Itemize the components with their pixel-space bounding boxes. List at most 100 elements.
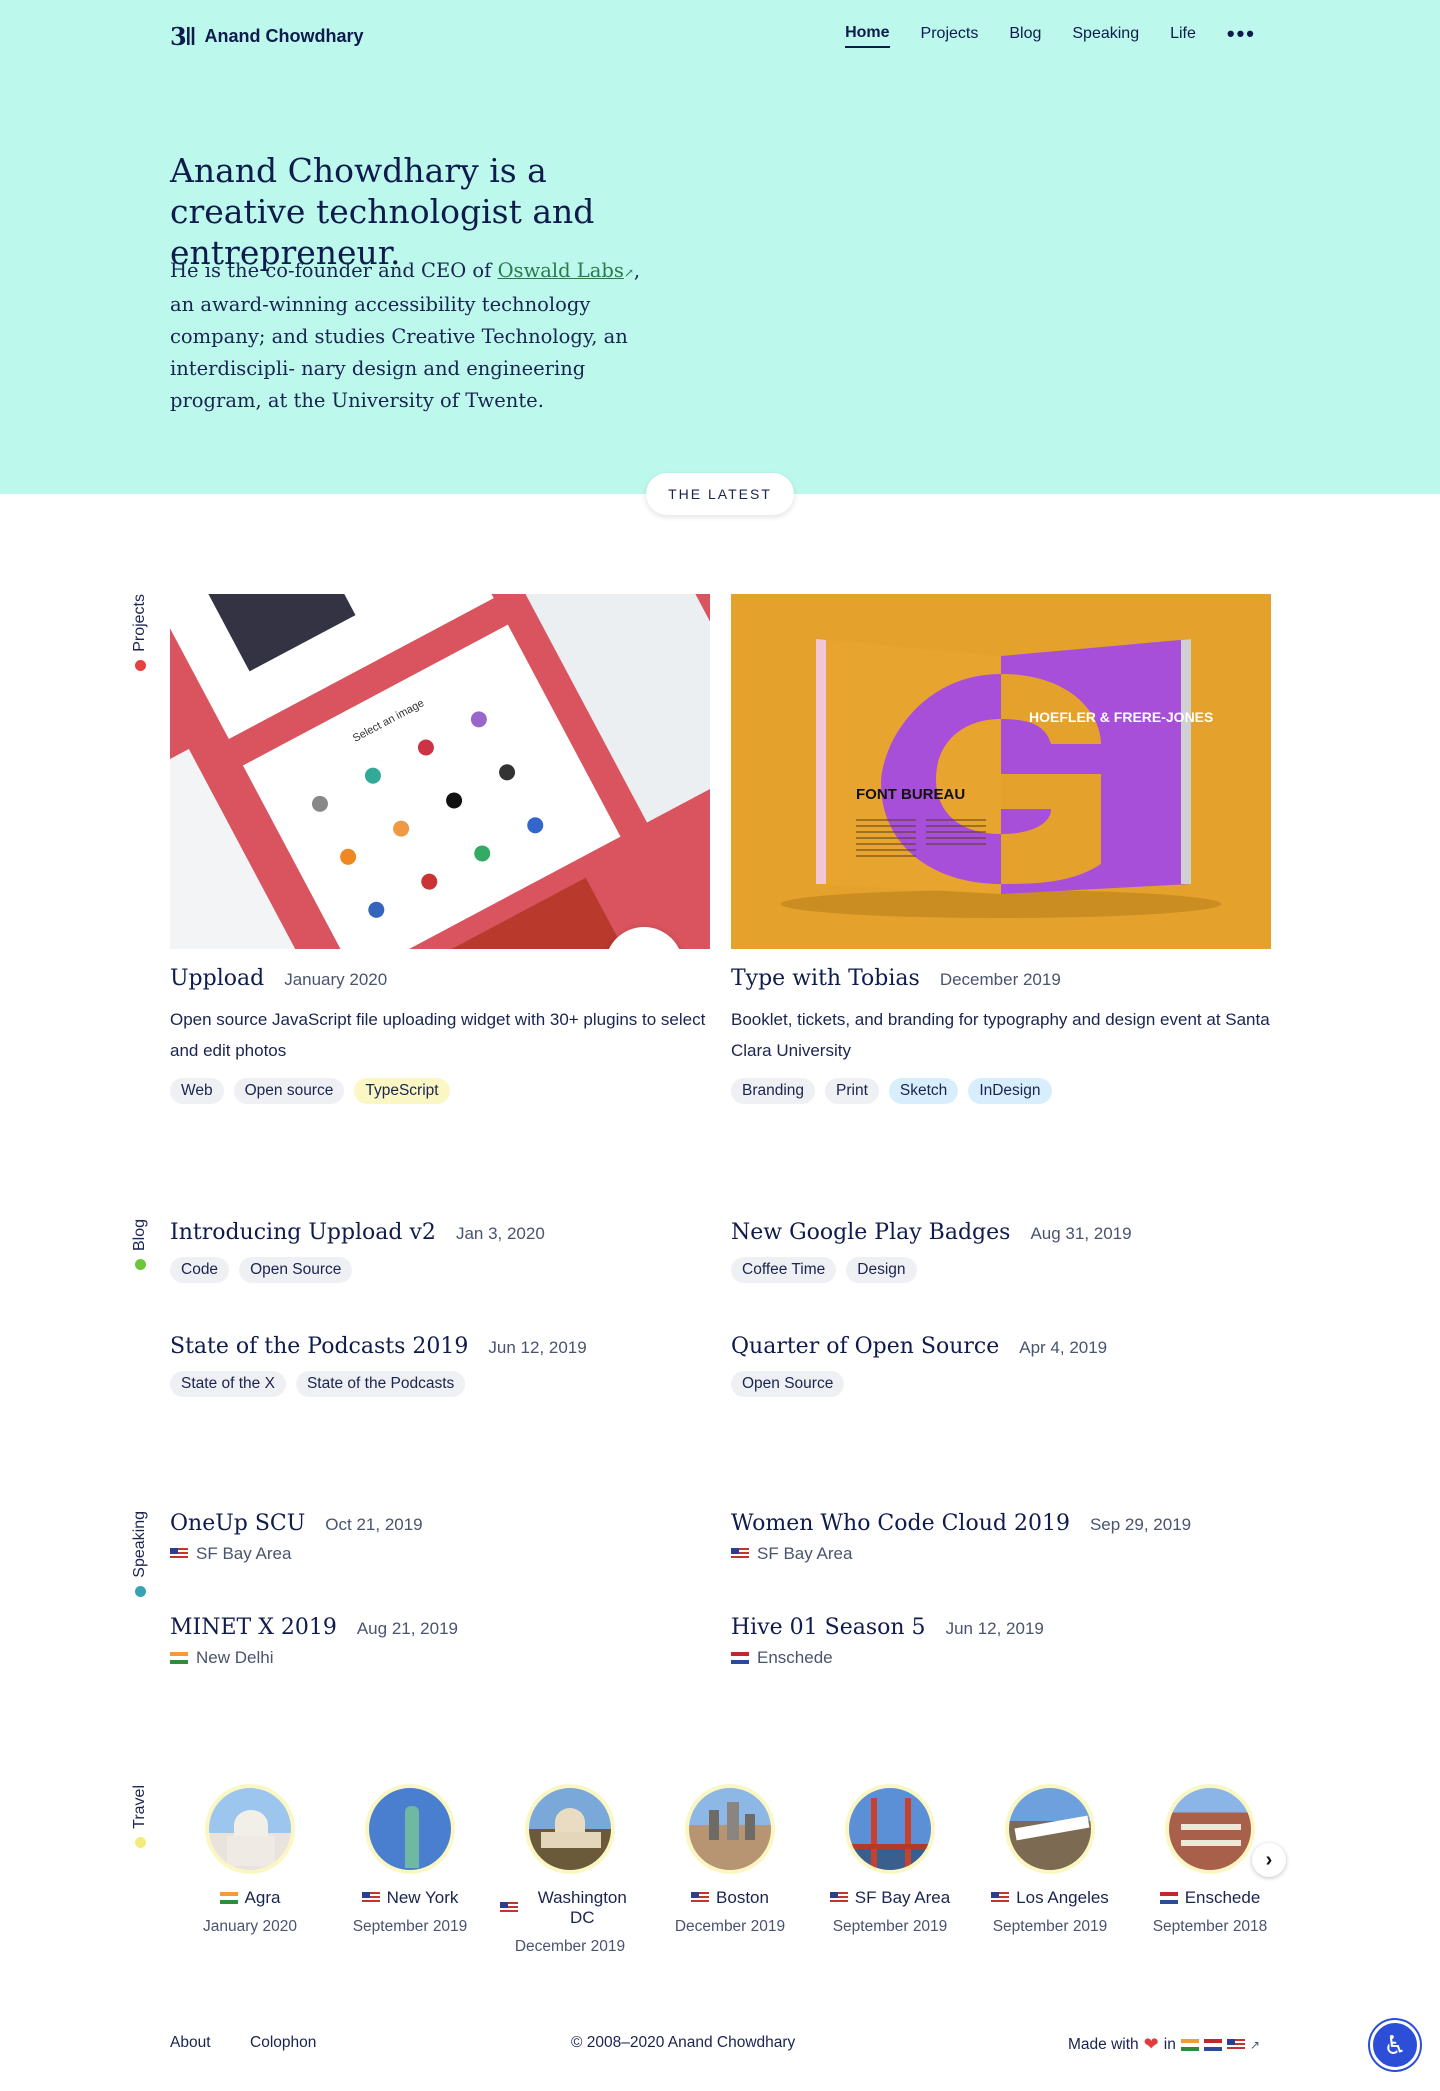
blog-title[interactable]: Introducing Uppload v2 xyxy=(170,1220,436,1245)
talk-title[interactable]: OneUp SCU xyxy=(170,1511,305,1536)
talk-location: New Delhi xyxy=(196,1648,274,1667)
india-flag-icon xyxy=(219,1892,238,1904)
los-angeles-photo[interactable] xyxy=(1005,1784,1095,1874)
blog-post[interactable]: Introducing Uppload v2 Jan 3, 2020 Code O… xyxy=(170,1220,545,1283)
tag-coffee-time[interactable]: Coffee Time xyxy=(731,1257,837,1283)
travel-date: September 2019 xyxy=(992,1918,1108,1935)
tag-open-source[interactable]: Open Source xyxy=(731,1371,845,1397)
washington-dc-photo[interactable] xyxy=(525,1784,615,1874)
travel-item-boston[interactable]: Boston December 2019 xyxy=(660,1784,800,1936)
uppload-image[interactable]: Select an image ʕ•ᴥ•ʔ xyxy=(170,594,710,949)
blog-title[interactable]: Quarter of Open Source xyxy=(731,1334,999,1359)
talk-item[interactable]: MINET X 2019 Aug 21, 2019 New Delhi xyxy=(170,1615,458,1668)
hero-text-before: He is the co-founder and CEO of xyxy=(170,259,498,282)
more-menu-icon[interactable]: ••• xyxy=(1227,23,1256,46)
talk-item[interactable]: OneUp SCU Oct 21, 2019 SF Bay Area xyxy=(170,1511,423,1564)
travel-item-los-angeles[interactable]: Los Angeles September 2019 xyxy=(980,1784,1120,1936)
tag-branding[interactable]: Branding xyxy=(731,1078,816,1104)
netherlands-flag-icon xyxy=(731,1652,749,1664)
tag-design[interactable]: Design xyxy=(846,1257,917,1283)
project-description: Open source JavaScript file uploading wi… xyxy=(170,1010,706,1060)
speaking-dot-icon xyxy=(134,1585,146,1597)
blog-date: Jun 12, 2019 xyxy=(488,1338,587,1357)
talk-location: SF Bay Area xyxy=(196,1544,292,1563)
travel-item-washington-dc[interactable]: Washington DC December 2019 xyxy=(500,1784,640,1956)
us-flag-icon xyxy=(361,1892,380,1904)
tag-open-source[interactable]: Open source xyxy=(233,1078,345,1104)
india-flag-icon xyxy=(170,1652,188,1664)
project-title[interactable]: Uppload xyxy=(170,966,264,991)
blog-post[interactable]: State of the Podcasts 2019 Jun 12, 2019 S… xyxy=(170,1334,587,1397)
talk-item[interactable]: Women Who Code Cloud 2019 Sep 29, 2019 SF… xyxy=(731,1511,1191,1564)
travel-next-arrow-icon[interactable]: › xyxy=(1252,1843,1286,1877)
new-york-photo[interactable] xyxy=(365,1784,455,1874)
blog-dot-icon xyxy=(134,1259,146,1271)
tag-state-of-the-x[interactable]: State of the X xyxy=(170,1371,286,1397)
project-card-uppload[interactable]: Select an image ʕ•ᴥ•ʔ Uppload January 20… xyxy=(170,594,710,1104)
project-title[interactable]: Type with Tobias xyxy=(731,966,920,991)
travel-label: Travel xyxy=(131,1785,148,1829)
nav-life[interactable]: Life xyxy=(1170,25,1196,47)
travel-date: December 2019 xyxy=(514,1938,626,1955)
tag-typescript[interactable]: TypeScript xyxy=(354,1078,450,1104)
site-logo[interactable]: 3ǁ Anand Chowdhary xyxy=(170,22,364,51)
footer-made-with: Made with ❤ in ↗ xyxy=(1068,2034,1260,2055)
blog-section-label: Blog xyxy=(131,1219,149,1271)
talk-title[interactable]: Hive 01 Season 5 xyxy=(731,1615,926,1640)
tag-print[interactable]: Print xyxy=(825,1078,879,1104)
blog-post[interactable]: New Google Play Badges Aug 31, 2019 Coffe… xyxy=(731,1220,1132,1283)
projects-section-label: Projects xyxy=(131,594,149,671)
project-card-type-with-tobias[interactable]: FONT BUREAU HOEFLER & FRERE-JONES Type w… xyxy=(731,594,1271,1104)
footer-about-link[interactable]: About xyxy=(170,2034,211,2052)
tag-state-of-the-podcasts[interactable]: State of the Podcasts xyxy=(295,1371,466,1397)
tag-code[interactable]: Code xyxy=(170,1257,230,1283)
talk-date: Oct 21, 2019 xyxy=(325,1515,423,1534)
accessibility-icon[interactable]: ♿ xyxy=(1370,2020,1420,2070)
talk-date: Jun 12, 2019 xyxy=(945,1619,1044,1638)
travel-date: September 2018 xyxy=(1152,1918,1268,1935)
project-tags: Web Open source TypeScript xyxy=(170,1078,450,1104)
speaking-label: Speaking xyxy=(131,1511,148,1578)
blog-title[interactable]: State of the Podcasts 2019 xyxy=(170,1334,468,1359)
type-with-tobias-image[interactable]: FONT BUREAU HOEFLER & FRERE-JONES xyxy=(731,594,1271,949)
enschede-photo[interactable] xyxy=(1165,1784,1255,1874)
speaking-section-label: Speaking xyxy=(131,1511,149,1597)
tag-open-source[interactable]: Open Source xyxy=(239,1257,353,1283)
talk-title[interactable]: Women Who Code Cloud 2019 xyxy=(731,1511,1070,1536)
tag-web[interactable]: Web xyxy=(170,1078,224,1104)
blog-date: Apr 4, 2019 xyxy=(1019,1338,1108,1357)
travel-city: New York xyxy=(386,1888,459,1907)
project-description: Booklet, tickets, and branding for typog… xyxy=(731,1010,1270,1060)
nav-speaking[interactable]: Speaking xyxy=(1072,25,1139,47)
blog-title[interactable]: New Google Play Badges xyxy=(731,1220,1010,1245)
talk-item[interactable]: Hive 01 Season 5 Jun 12, 2019 Enschede xyxy=(731,1615,1044,1668)
project-tags: Branding Print Sketch InDesign xyxy=(731,1078,1052,1104)
nav-projects[interactable]: Projects xyxy=(921,25,979,47)
project-date: December 2019 xyxy=(939,970,1061,989)
blog-post[interactable]: Quarter of Open Source Apr 4, 2019 Open S… xyxy=(731,1334,1107,1397)
boston-photo[interactable] xyxy=(685,1784,775,1874)
tag-indesign[interactable]: InDesign xyxy=(968,1078,1052,1104)
travel-item-new-york[interactable]: New York September 2019 xyxy=(340,1784,480,1936)
talk-title[interactable]: MINET X 2019 xyxy=(170,1615,337,1640)
agra-photo[interactable] xyxy=(205,1784,295,1874)
footer-colophon-link[interactable]: Colophon xyxy=(250,2034,316,2052)
blog-tags: Coffee Time Design xyxy=(731,1257,1132,1283)
travel-city: Boston xyxy=(716,1888,769,1907)
netherlands-flag-icon xyxy=(1203,2038,1222,2051)
travel-city: Enschede xyxy=(1184,1888,1261,1907)
us-flag-icon xyxy=(731,1548,749,1560)
oswald-labs-link[interactable]: Oswald Labs xyxy=(498,259,624,282)
nav-home[interactable]: Home xyxy=(845,24,890,48)
blog-tags: Open Source xyxy=(731,1371,1107,1397)
travel-item-agra[interactable]: Agra January 2020 xyxy=(180,1784,320,1936)
uppload-screenshot: Select an image xyxy=(170,594,710,949)
sf-bay-area-photo[interactable] xyxy=(845,1784,935,1874)
nav-blog[interactable]: Blog xyxy=(1009,25,1041,47)
tag-sketch[interactable]: Sketch xyxy=(888,1078,959,1104)
travel-city: Agra xyxy=(244,1888,281,1907)
made-with-text: Made with xyxy=(1068,2035,1139,2053)
logo-icon: 3ǁ xyxy=(170,22,196,51)
external-link-icon[interactable]: ↗ xyxy=(1250,2038,1260,2052)
travel-item-sf-bay-area[interactable]: SF Bay Area September 2019 xyxy=(820,1784,960,1936)
